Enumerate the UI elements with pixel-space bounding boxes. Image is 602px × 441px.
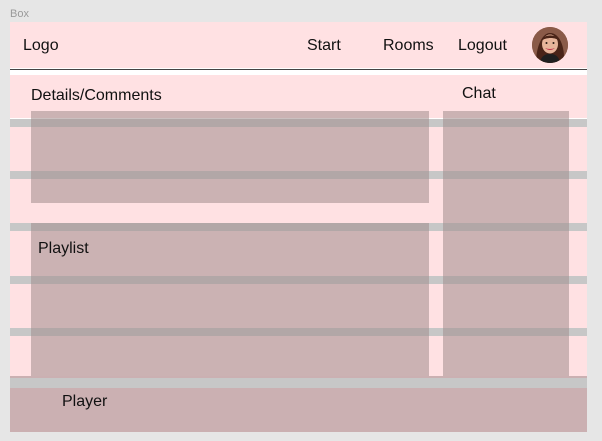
top-nav-bar: Logo Start Rooms Logout [10, 22, 587, 68]
details-comments-panel[interactable] [31, 111, 429, 203]
chat-label: Chat [462, 85, 496, 102]
details-comments-label: Details/Comments [31, 87, 162, 104]
frame-label: Box [10, 8, 29, 20]
nav-rooms-link[interactable]: Rooms [383, 37, 434, 55]
nav-logout-link[interactable]: Logout [458, 37, 507, 55]
player-label: Player [62, 393, 108, 410]
playlist-panel[interactable] [31, 223, 429, 376]
header-divider [10, 69, 587, 70]
layout-frame: Logo Start Rooms Logout Details/Comments… [10, 22, 587, 432]
playlist-label: Playlist [38, 240, 89, 257]
chat-panel[interactable] [443, 111, 569, 376]
logo[interactable]: Logo [23, 37, 59, 55]
user-avatar[interactable] [532, 27, 568, 63]
gutter-band [10, 378, 587, 388]
user-avatar-icon [532, 27, 568, 63]
nav-start-link[interactable]: Start [307, 37, 341, 55]
